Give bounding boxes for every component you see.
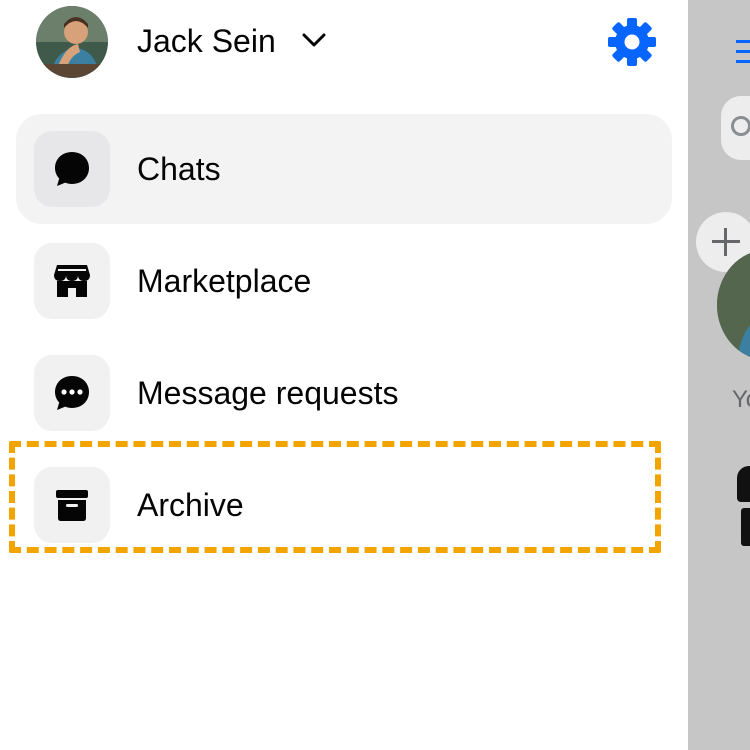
menu-icon-tile: [34, 131, 110, 207]
contact-avatar-partial: [737, 466, 750, 502]
menu-label-marketplace: Marketplace: [137, 263, 312, 299]
menu-item-chats[interactable]: Chats: [16, 114, 672, 224]
search-icon: [731, 116, 750, 136]
menu-label-message-requests: Message requests: [137, 375, 399, 411]
dimmed-chat-list-panel[interactable]: Yo: [688, 0, 750, 750]
chat-bubble-icon: [55, 152, 89, 186]
storefront-icon: [54, 265, 90, 297]
drawer-header: Jack Sein: [0, 0, 688, 84]
menu-item-marketplace[interactable]: Marketplace: [16, 226, 672, 336]
archive-highlight-outline: [9, 441, 661, 553]
search-bar[interactable]: [721, 96, 750, 160]
menu-icon-tile: [34, 243, 110, 319]
menu-item-message-requests[interactable]: Message requests: [16, 338, 672, 448]
side-drawer: Jack Sein Chats Marketplace Message requ…: [0, 0, 688, 750]
menu-icon[interactable]: [736, 38, 750, 66]
gear-icon[interactable]: [607, 17, 657, 67]
profile-name[interactable]: Jack Sein: [137, 21, 276, 61]
message-requests-icon: [55, 376, 89, 410]
profile-avatar[interactable]: [36, 6, 108, 78]
your-story-label: Yo: [732, 386, 750, 413]
menu-icon-tile: [34, 355, 110, 431]
menu-label-chats: Chats: [137, 151, 221, 187]
chevron-down-icon[interactable]: [302, 32, 326, 48]
